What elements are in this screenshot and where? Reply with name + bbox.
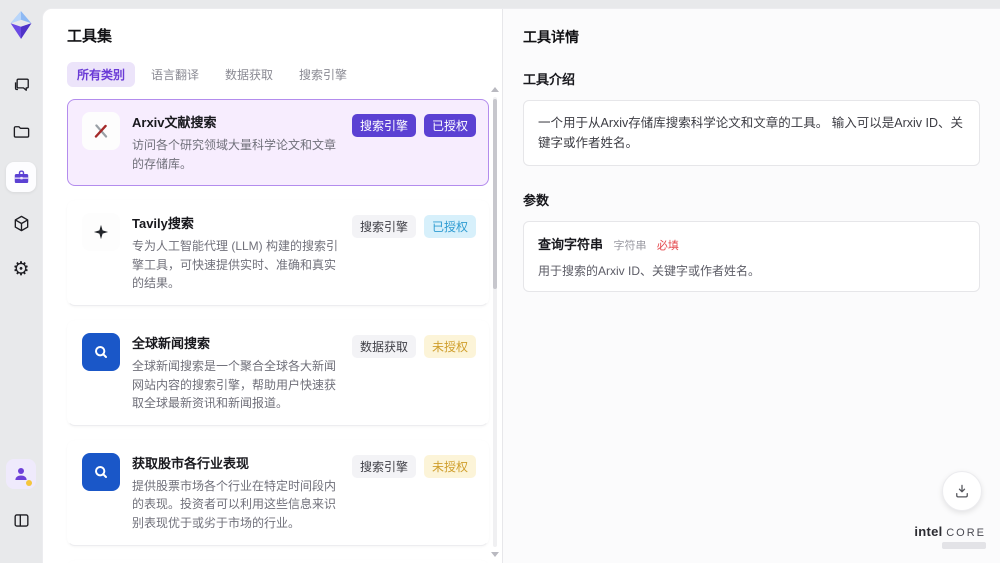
cube-icon[interactable]	[6, 208, 36, 238]
status-badge: 未授权	[423, 454, 476, 478]
tool-detail-pane: 工具详情 工具介绍 一个用于从Arxiv存储库搜索科学论文和文章的工具。 输入可…	[503, 9, 1000, 563]
tool-description: 提供股票市场各个行业在特定时间段内的表现。投资者可以利用这些信息来识别表现优于或…	[132, 478, 337, 530]
toolbox-icon-active[interactable]	[6, 162, 36, 192]
tab-language-translation[interactable]: 语言翻译	[141, 62, 209, 87]
category-tabs: 所有类别 语言翻译 数据获取 搜索引擎	[67, 62, 492, 87]
status-badge: 已授权	[423, 114, 476, 137]
page-title: 工具集	[67, 28, 113, 45]
scrollbar-thumb[interactable]	[493, 99, 497, 289]
tool-card-tavily[interactable]: Tavily搜索 专为人工智能代理 (LLM) 构建的搜索引擎工具，可快速提供实…	[67, 200, 489, 306]
tab-data-fetch[interactable]: 数据获取	[215, 62, 283, 87]
param-type: 字符串	[613, 240, 647, 252]
arxiv-logo-icon	[82, 112, 120, 150]
download-button[interactable]	[942, 471, 982, 511]
main-panel: 工具集 所有类别 语言翻译 数据获取 搜索引擎 Arxiv文献搜索 访问各个研究…	[42, 8, 1000, 563]
tool-name: 获取股市各行业表现	[132, 455, 250, 471]
scroll-down-arrow-icon[interactable]	[491, 552, 499, 557]
tool-name: 全球新闻搜索	[132, 335, 211, 351]
status-badge: 已授权	[423, 215, 476, 239]
params-heading: 参数	[523, 193, 550, 208]
tool-card-arxiv[interactable]: Arxiv文献搜索 访问各个研究领域大量科学论文和文章的存储库。 搜索引擎 已授…	[67, 99, 489, 187]
user-status-dot	[26, 480, 32, 486]
folder-icon[interactable]	[6, 116, 36, 146]
intro-box: 一个用于从Arxiv存储库搜索科学论文和文章的工具。 输入可以是Arxiv ID…	[523, 100, 980, 166]
category-badge: 搜索引擎	[351, 215, 416, 239]
scroll-up-arrow-icon[interactable]	[491, 87, 499, 92]
intro-text: 一个用于从Arxiv存储库搜索科学论文和文章的工具。 输入可以是Arxiv ID…	[538, 116, 964, 150]
user-avatar-icon[interactable]	[6, 459, 36, 489]
list-scrollbar[interactable]	[491, 87, 499, 557]
news-search-app-icon	[82, 332, 120, 371]
tool-card-list: Arxiv文献搜索 访问各个研究领域大量科学论文和文章的存储库。 搜索引擎 已授…	[67, 99, 489, 563]
tool-card-global-news[interactable]: 全球新闻搜索 全球新闻搜索是一个聚合全球各大新闻网站内容的搜索引擎，帮助用户快速…	[67, 319, 489, 426]
sidebar-toggle-icon[interactable]	[6, 505, 36, 535]
stock-search-app-icon	[82, 452, 120, 491]
tab-all-categories[interactable]: 所有类别	[67, 62, 136, 87]
chat-icon[interactable]	[6, 70, 36, 100]
tool-list-pane: 工具集 所有类别 语言翻译 数据获取 搜索引擎 Arxiv文献搜索 访问各个研究…	[43, 9, 503, 563]
tavily-sparkle-icon	[82, 213, 120, 252]
tool-card-sector-performance[interactable]: 获取股市各行业表现 提供股票市场各个行业在特定时间段内的表现。投资者可以利用这些…	[67, 439, 489, 546]
category-badge: 搜索引擎	[351, 114, 416, 137]
param-required-flag: 必填	[656, 240, 679, 252]
param-box: 查询字符串 字符串 必填 用于搜索的Arxiv ID、关键字或作者姓名。	[523, 221, 980, 292]
status-badge: 未授权	[423, 334, 476, 358]
param-description: 用于搜索的Arxiv ID、关键字或作者姓名。	[538, 264, 761, 278]
intro-heading: 工具介绍	[523, 72, 576, 87]
left-rail: ⚙	[0, 0, 42, 563]
app-window: ⚙ 工具集 所有类别 语言翻译 数据获取 搜索引擎 Arxiv文献搜索 访问各个…	[0, 0, 1000, 563]
brand-core: CORE	[946, 527, 986, 539]
tool-name: Tavily搜索	[132, 216, 194, 232]
category-badge: 数据获取	[351, 334, 416, 358]
intel-core-logo: intel CORE	[914, 524, 986, 549]
category-badge: 搜索引擎	[351, 454, 416, 478]
tool-description: 访问各个研究领域大量科学论文和文章的存储库。	[132, 138, 337, 171]
detail-title: 工具详情	[523, 29, 579, 45]
brand-intel: intel	[914, 524, 943, 539]
tool-description: 专为人工智能代理 (LLM) 构建的搜索引擎工具，可快速提供实时、准确和真实的结…	[132, 239, 339, 291]
tab-search-engine[interactable]: 搜索引擎	[289, 62, 357, 87]
tool-description: 全球新闻搜索是一个聚合全球各大新闻网站内容的搜索引擎，帮助用户快速获取全球最新资…	[132, 358, 337, 411]
param-name: 查询字符串	[538, 237, 604, 252]
tool-card-most-active-stocks[interactable]: 获取市场最活跃股票信息 提供当天交易量最高的股票列表，投资者可以利用这些信息来识…	[67, 559, 489, 563]
app-logo-icon	[6, 10, 36, 40]
brand-badge	[942, 542, 986, 549]
tool-name: Arxiv文献搜索	[132, 115, 217, 130]
settings-gear-icon[interactable]: ⚙	[6, 254, 36, 284]
